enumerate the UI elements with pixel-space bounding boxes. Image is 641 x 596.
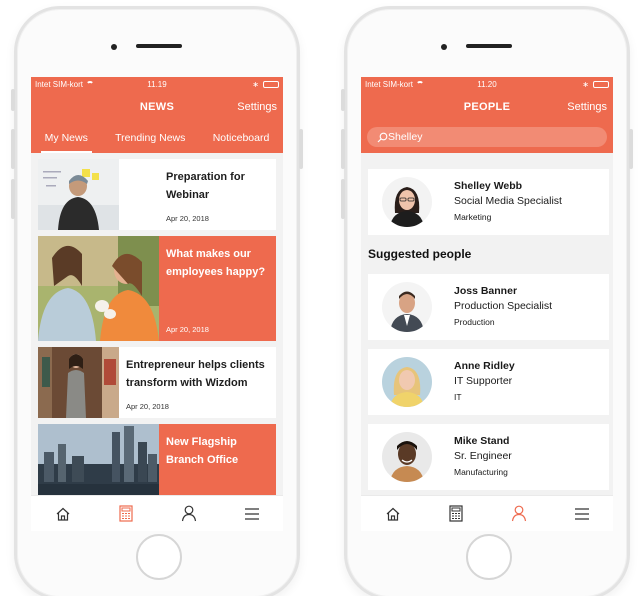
person-department: Manufacturing [454, 467, 508, 477]
news-card[interactable]: Entrepreneur helps clients transform wit… [38, 347, 276, 418]
mute-switch [341, 89, 345, 111]
person-title: IT Supporter [454, 375, 513, 387]
article-headline: Entrepreneur helps clients transform wit… [126, 359, 265, 389]
article-headline: New Flagship Branch Office [166, 436, 239, 466]
bottom-tab-bar [31, 495, 283, 531]
current-user-card[interactable]: Shelley Webb Social Media Specialist Mar… [368, 169, 609, 235]
bluetooth-icon: ∗ [582, 79, 589, 89]
avatar [382, 177, 432, 227]
person-department: Marketing [454, 212, 492, 222]
news-card[interactable]: Preparation for Webinar Apr 20, 2018 [38, 159, 276, 230]
person-card[interactable]: Anne Ridley IT Supporter IT [368, 349, 609, 415]
article-headline: Preparation for Webinar [166, 171, 245, 201]
home-icon[interactable] [52, 503, 74, 525]
article-image [38, 159, 159, 230]
article-headline: What makes our employees happy? [166, 248, 266, 278]
bluetooth-icon: ∗ [252, 79, 259, 89]
battery-icon [593, 80, 609, 88]
front-camera [441, 44, 447, 50]
suggested-people-heading: Suggested people [368, 247, 472, 261]
news-icon[interactable] [445, 503, 467, 525]
battery-icon [263, 80, 279, 88]
article-date: Apr 20, 2018 [166, 325, 209, 334]
phone-left: Intet SIM-kort 11.19 ∗ NEWS Settings My … [11, 6, 303, 596]
earpiece-speaker [136, 44, 182, 48]
menu-icon[interactable] [241, 503, 263, 525]
tab-noticeboard[interactable]: Noticeboard [209, 123, 274, 153]
bottom-tab-bar [361, 495, 613, 531]
person-department: Production [454, 317, 495, 327]
wifi-icon [86, 81, 95, 87]
article-date: Apr 20, 2018 [166, 214, 209, 223]
person-title: Sr. Engineer [454, 450, 512, 462]
news-tabs: My News Trending News Noticeboard [31, 123, 283, 153]
person-title: Social Media Specialist [454, 195, 562, 207]
front-camera [111, 44, 117, 50]
volume-up-button [11, 129, 15, 169]
avatar [382, 357, 432, 407]
person-name: Joss Banner [454, 285, 518, 297]
status-bar: Intet SIM-kort 11.20 ∗ [361, 77, 613, 91]
news-icon[interactable] [115, 503, 137, 525]
volume-down-button [341, 179, 345, 219]
home-button[interactable] [466, 534, 512, 580]
home-button[interactable] [136, 534, 182, 580]
person-name: Anne Ridley [454, 360, 515, 372]
search-input[interactable]: Shelley [367, 127, 607, 147]
search-value: Shelley [388, 131, 423, 143]
people-icon[interactable] [508, 503, 530, 525]
person-card[interactable]: Mike Stand Sr. Engineer Manufacturing [368, 424, 609, 490]
article-image [38, 347, 119, 418]
carrier: Intet SIM-kort [35, 79, 95, 89]
menu-icon[interactable] [571, 503, 593, 525]
carrier: Intet SIM-kort [365, 79, 425, 89]
tab-trending-news[interactable]: Trending News [111, 123, 189, 153]
nav-bar: NEWS Settings [31, 91, 283, 123]
news-feed: Preparation for Webinar Apr 20, 2018 Wha… [31, 153, 283, 495]
page-title: NEWS [139, 101, 175, 113]
avatar [382, 282, 432, 332]
search-icon [377, 132, 388, 142]
people-icon[interactable] [178, 503, 200, 525]
article-date: Apr 20, 2018 [126, 402, 169, 411]
avatar [382, 432, 432, 482]
nav-bar: PEOPLE Settings [361, 91, 613, 123]
article-image [38, 424, 159, 495]
article-image [38, 236, 159, 341]
power-button [299, 129, 303, 169]
search-bar: Shelley [361, 123, 613, 153]
person-name: Mike Stand [454, 435, 510, 447]
status-bar: Intet SIM-kort 11.19 ∗ [31, 77, 283, 91]
volume-up-button [341, 129, 345, 169]
wifi-icon [416, 81, 425, 87]
person-name: Shelley Webb [454, 180, 523, 192]
earpiece-speaker [466, 44, 512, 48]
settings-button[interactable]: Settings [567, 101, 607, 113]
tab-my-news[interactable]: My News [40, 123, 93, 153]
mute-switch [11, 89, 15, 111]
settings-button[interactable]: Settings [237, 101, 277, 113]
news-card[interactable]: New Flagship Branch Office [38, 424, 276, 495]
volume-down-button [11, 179, 15, 219]
people-screen: Intet SIM-kort 11.20 ∗ PEOPLE Settings S… [361, 77, 613, 531]
person-card[interactable]: Joss Banner Production Specialist Produc… [368, 274, 609, 340]
home-icon[interactable] [382, 503, 404, 525]
person-title: Production Specialist [454, 300, 553, 312]
carrier-label: Intet SIM-kort [35, 79, 84, 89]
carrier-label: Intet SIM-kort [365, 79, 414, 89]
power-button [629, 129, 633, 169]
person-department: IT [454, 392, 462, 402]
phone-right: Intet SIM-kort 11.20 ∗ PEOPLE Settings S… [341, 6, 633, 596]
page-title: PEOPLE [463, 101, 511, 113]
news-screen: Intet SIM-kort 11.19 ∗ NEWS Settings My … [31, 77, 283, 531]
news-card[interactable]: What makes our employees happy? Apr 20, … [38, 236, 276, 341]
